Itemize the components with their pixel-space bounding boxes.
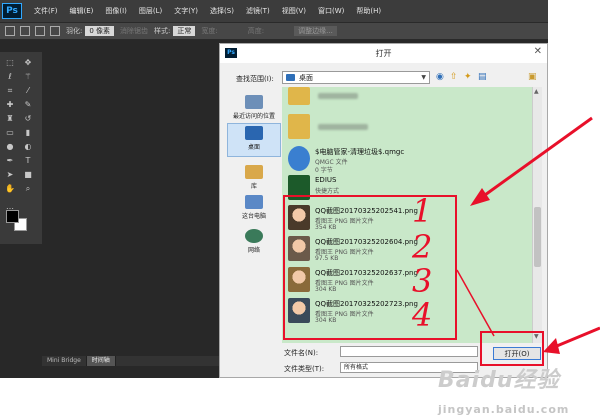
arrowhead (470, 188, 490, 206)
arrow-to-open (551, 326, 600, 350)
connector-line (456, 269, 495, 337)
arrow-to-files (477, 116, 593, 202)
watermark: Baidu经验 jingyan.baidu.com (438, 368, 570, 415)
foreground-color-swatch[interactable] (6, 210, 19, 223)
annotation-arrows (456, 116, 600, 354)
arrowhead (543, 338, 560, 354)
